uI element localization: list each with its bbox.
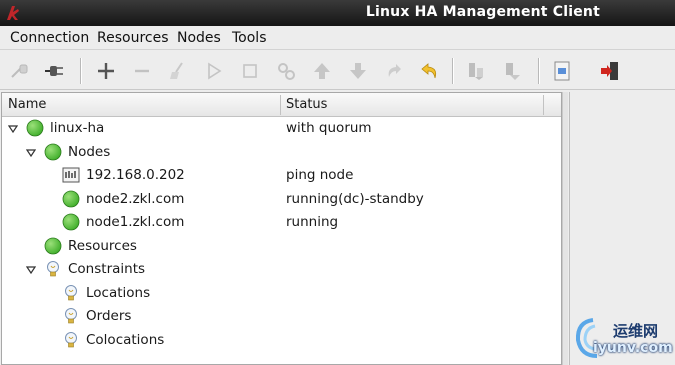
tree-row-name: 192.168.0.202 [86,167,185,183]
manage-button[interactable] [274,59,298,83]
tree-row[interactable]: node2.zkl.com running(dc)-standby [2,188,561,211]
undo-icon [421,63,437,79]
tree-row[interactable]: Nodes [2,141,561,164]
watermark-en: iyunv.com [593,340,673,356]
title-bar: Linux HA Management Client [0,0,675,26]
tree-row-name: Nodes [68,143,111,160]
menu-connection[interactable]: Connection [10,30,89,46]
green-status-icon [44,143,62,161]
tree-row-name: linux-ha [50,120,105,136]
bulb-icon [44,260,62,278]
tree-row-name: node2.zkl.com [86,190,185,207]
green-status-icon [62,213,80,231]
cleanup-icon [170,62,183,79]
standby-icon [469,63,483,80]
tree-header: Name Status [2,93,561,117]
column-header-status[interactable]: Status [286,97,327,112]
cleanup-button[interactable] [166,59,190,83]
connect-button[interactable] [42,59,66,83]
move-up-button[interactable] [310,59,334,83]
stop-button[interactable] [238,59,262,83]
toolbar [0,51,675,90]
cluster-tree[interactable]: Name Status linux-ha with quorum Nodes 192.… [1,92,562,365]
expander-icon[interactable] [25,264,37,275]
watermark: 运维网 iyunv.com [573,316,673,362]
add-button[interactable] [94,59,118,83]
green-status-icon [26,119,44,137]
tree-row-name: Orders [86,308,132,324]
view-xml-button[interactable] [550,59,574,83]
tree-row[interactable]: node1.zkl.com running [2,211,561,234]
tree-row[interactable]: Resources [2,235,561,258]
remove-button[interactable] [130,59,154,83]
ping-node-icon [62,166,80,184]
tree-row-name: Colocations [86,331,165,348]
tree-row[interactable]: Constraints [2,258,561,281]
tree-row[interactable]: Locations [2,282,561,305]
tree-row-name: node1.zkl.com [86,214,185,230]
exit-icon [601,62,618,80]
undo-button[interactable] [418,59,442,83]
view-xml-icon [554,61,570,81]
bulb-icon [62,331,80,349]
start-icon [208,62,222,80]
active-icon [506,63,520,80]
tree-row-name: Resources [68,237,137,254]
expander-icon[interactable] [7,123,19,134]
panel-splitter[interactable] [562,92,568,365]
tree-row[interactable]: 192.168.0.202 ping node [2,164,561,187]
move-down-icon [350,63,366,79]
window-title: Linux HA Management Client [365,4,600,20]
active-button[interactable] [500,59,524,83]
expander-icon[interactable] [25,147,37,157]
green-status-icon [62,190,80,208]
tree-row-name: Locations [86,284,151,301]
disconnect-button[interactable] [8,59,32,83]
stop-icon [243,64,257,78]
bulb-icon [62,307,80,325]
tree-row-status: with quorum [286,120,372,136]
tree-row-name: Constraints [68,261,146,277]
tree-row-status: running(dc)-standby [286,190,424,207]
standby-button[interactable] [464,59,488,83]
tree-row-status: running [286,214,339,230]
watermark-zh: 运维网 [613,322,659,340]
add-icon [98,63,114,79]
menu-tools[interactable]: Tools [232,30,267,46]
tree-row[interactable]: linux-ha with quorum [2,117,561,140]
green-status-icon [44,237,62,255]
tree-row-status: ping node [286,167,354,183]
manage-icon [278,63,295,80]
redo-icon [388,64,401,77]
move-up-icon [314,63,330,79]
start-button[interactable] [202,59,226,83]
menu-resources[interactable]: Resources [97,30,169,46]
disconnect-icon [11,64,28,78]
bulb-icon [62,284,80,302]
menu-nodes[interactable]: Nodes [177,30,221,46]
move-down-button[interactable] [346,59,370,83]
menu-bar: Connection Resources Nodes Tools [0,26,675,50]
redo-button[interactable] [382,59,406,83]
connect-icon [45,66,63,76]
app-logo-icon[interactable] [4,4,22,22]
remove-icon [135,69,149,73]
tree-row[interactable]: Colocations [2,329,561,352]
tree-row[interactable]: Orders [2,305,561,328]
exit-button[interactable] [598,59,622,83]
column-header-name[interactable]: Name [8,97,46,112]
